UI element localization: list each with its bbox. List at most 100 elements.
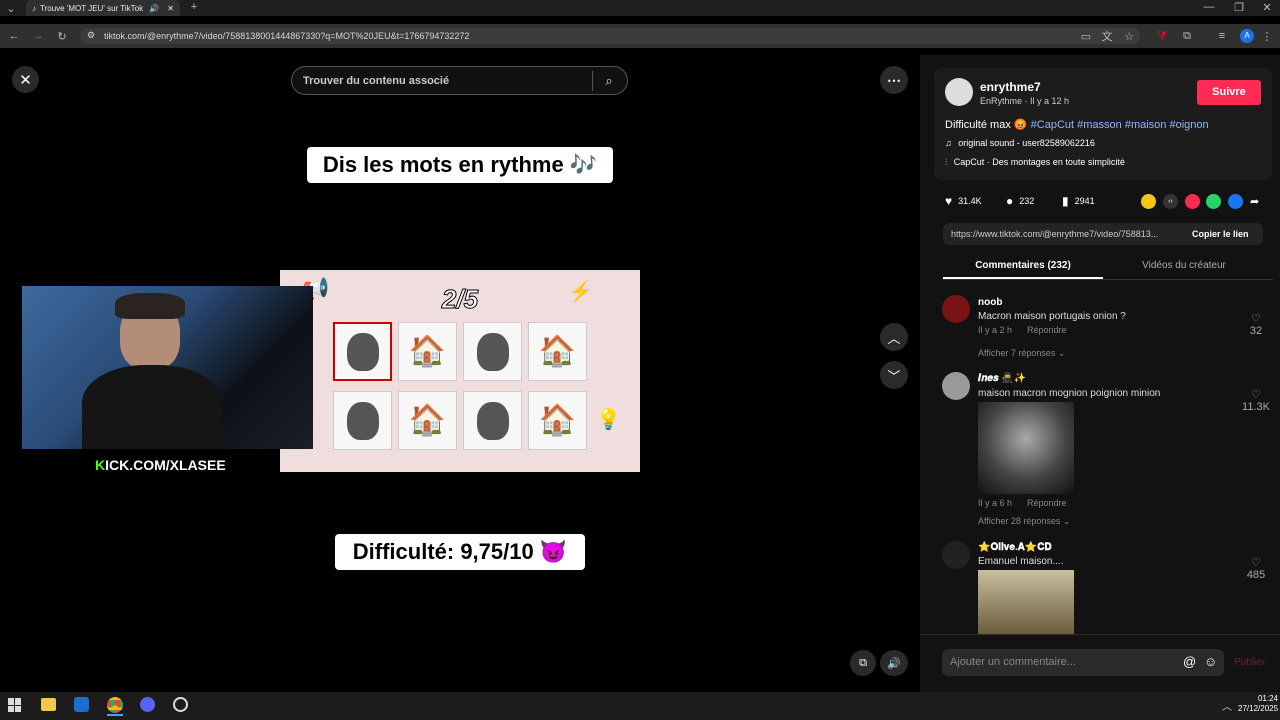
back-icon[interactable]: ←	[6, 28, 22, 44]
outlook-icon[interactable]	[74, 697, 89, 712]
embed-icon[interactable]: ‹›	[1163, 194, 1178, 209]
lightning-icon: ⚡	[568, 281, 593, 303]
show-replies-button[interactable]: Afficher 28 réponses ⌄	[978, 516, 1070, 527]
next-video-button[interactable]: ﹀	[880, 361, 908, 389]
chrome-icon[interactable]	[107, 697, 123, 713]
comment-author[interactable]: noob	[978, 297, 1002, 308]
hashtag-link[interactable]: #masson	[1077, 119, 1122, 131]
reply-button[interactable]: Répondre	[1027, 325, 1067, 335]
capcut-row[interactable]: ⫶ CapCut · Des montages en toute simplic…	[945, 157, 1125, 168]
sound-name: original sound - user82589062216	[958, 138, 1095, 148]
comment-avatar[interactable]	[942, 295, 970, 323]
house-tile: 🏠	[528, 322, 587, 381]
system-clock[interactable]: 01:24 27/12/2025	[1238, 694, 1278, 714]
comment-image[interactable]	[978, 570, 1074, 634]
publish-button[interactable]: Publier	[1234, 657, 1265, 668]
forward-icon[interactable]: →	[30, 28, 46, 44]
whatsapp-icon[interactable]	[1206, 194, 1221, 209]
chevron-down-icon: ﹀	[887, 368, 901, 384]
extensions-puzzle-icon[interactable]: ⧉	[1181, 30, 1193, 42]
heart-outline-icon: ♡	[1251, 389, 1261, 401]
tab-comments[interactable]: Commentaires (232)	[943, 260, 1103, 271]
comment-like[interactable]: ♡ 485	[1242, 556, 1270, 581]
heart-outline-icon: ♡	[1251, 557, 1261, 569]
bookmark-star-icon[interactable]: ☆	[1123, 30, 1135, 43]
obs-icon[interactable]	[173, 697, 188, 712]
kick-channel-label: KICK.COM/XLASEE	[95, 457, 226, 473]
search-icon[interactable]: ⌕	[600, 72, 618, 90]
more-icon: ⋯	[887, 71, 901, 88]
comment-image[interactable]	[978, 402, 1074, 494]
portrait-icon	[476, 401, 509, 440]
repost-icon[interactable]	[1141, 194, 1156, 209]
hashtag-link[interactable]: #CapCut	[1031, 119, 1074, 131]
floating-player-button[interactable]: ⧉	[850, 650, 876, 676]
portrait-icon	[476, 332, 509, 371]
file-explorer-icon[interactable]	[41, 698, 56, 711]
floating-player-icon: ⧉	[859, 656, 867, 669]
close-video-button[interactable]: ✕	[12, 66, 39, 93]
tab-creator-videos[interactable]: Vidéos du créateur	[1104, 260, 1264, 271]
hashtag-link[interactable]: #oignon	[1169, 119, 1208, 131]
reply-button[interactable]: Répondre	[1027, 498, 1067, 508]
tray-chevron-icon[interactable]: ︿	[1222, 698, 1232, 713]
comment-text: maison macron mognion poignion minion	[978, 388, 1161, 399]
site-info-icon[interactable]: ⚙	[87, 30, 95, 41]
media-control-icon[interactable]: ≡	[1216, 30, 1228, 42]
video-link[interactable]: https://www.tiktok.com/@enrythme7/video/…	[951, 229, 1181, 239]
comment-like[interactable]: ♡ 32	[1242, 312, 1270, 337]
heart-icon: ♥	[945, 194, 953, 208]
search-placeholder: Trouver du contenu associé	[303, 75, 450, 87]
comment-like[interactable]: ♡ 11.3K	[1240, 388, 1272, 413]
show-replies-button[interactable]: Afficher 7 réponses ⌄	[978, 348, 1065, 359]
chevron-up-icon: ︿	[887, 330, 901, 346]
hashtag-link[interactable]: #maison	[1125, 119, 1167, 131]
windows-start-icon[interactable]	[8, 698, 22, 712]
comment-author[interactable]: 𝑰𝒏𝒆𝒔 🥷✨	[978, 373, 1026, 384]
sound-row[interactable]: ♫ original sound - user82589062216	[945, 138, 1095, 148]
comment-author[interactable]: ⭐𝐎𝐥𝐢𝐯𝐞.𝐀⭐𝐂𝐃	[978, 542, 1052, 553]
maximize-icon[interactable]: ❐	[1230, 1, 1248, 14]
reload-icon[interactable]: ↻	[54, 28, 70, 44]
author-subtitle: EnRythme · Il y a 12 h	[980, 96, 1070, 106]
more-options-button[interactable]: ⋯	[880, 66, 908, 94]
new-tab-icon[interactable]: +	[188, 1, 200, 13]
comment-avatar[interactable]	[942, 372, 970, 400]
author-username[interactable]: enrythme7	[980, 80, 1041, 94]
previous-video-button[interactable]: ︿	[880, 323, 908, 351]
url-text: tiktok.com/@enrythme7/video/758813800144…	[104, 31, 470, 41]
lightbulb-icon: 💡	[596, 409, 621, 431]
author-avatar[interactable]	[945, 78, 973, 106]
cast-icon[interactable]: ▭	[1080, 30, 1092, 43]
discord-icon[interactable]	[140, 697, 155, 712]
volume-button[interactable]: 🔊	[880, 650, 908, 676]
close-tab-icon[interactable]: ✕	[167, 4, 174, 13]
browser-tab[interactable]: ♪ Trouve 'MOT JEU' sur TikTok 🔊 ✕	[26, 0, 180, 16]
house-tile: 🏠	[398, 322, 457, 381]
extension-icon[interactable]: ⧩	[1156, 30, 1168, 42]
url-bar[interactable]: ⚙ tiktok.com/@enrythme7/video/7588138001…	[80, 28, 1140, 44]
facebook-icon[interactable]	[1228, 194, 1243, 209]
comment-avatar[interactable]	[942, 541, 970, 569]
profile-avatar-icon[interactable]: A	[1240, 29, 1254, 43]
taskbar	[0, 692, 1280, 720]
emoji-icon[interactable]: ☺	[1204, 654, 1217, 669]
tab-list-icon[interactable]: ⌄	[4, 2, 18, 15]
close-window-icon[interactable]: ✕	[1258, 1, 1276, 14]
copy-link-button[interactable]: Copier le lien	[1192, 229, 1249, 239]
share-arrow-icon[interactable]: ➦	[1250, 195, 1259, 208]
follow-button[interactable]: Suivre	[1197, 80, 1261, 105]
streamer-hair	[115, 293, 185, 319]
save-action[interactable]: ▮ 2941	[1062, 194, 1095, 208]
browser-menu-icon[interactable]: ⋮	[1262, 30, 1273, 43]
send-icon[interactable]	[1185, 194, 1200, 209]
search-divider	[592, 71, 593, 91]
minimize-icon[interactable]: —	[1200, 1, 1218, 13]
comment-action[interactable]: ● 232	[1006, 194, 1034, 208]
like-action[interactable]: ♥ 31.4K	[945, 194, 982, 208]
translate-icon[interactable]: 文	[1101, 30, 1113, 43]
mention-icon[interactable]: @	[1183, 654, 1196, 669]
tabs-divider	[943, 279, 1273, 280]
related-search-input[interactable]: Trouver du contenu associé	[291, 66, 628, 95]
bookmark-icon: ▮	[1062, 194, 1069, 208]
